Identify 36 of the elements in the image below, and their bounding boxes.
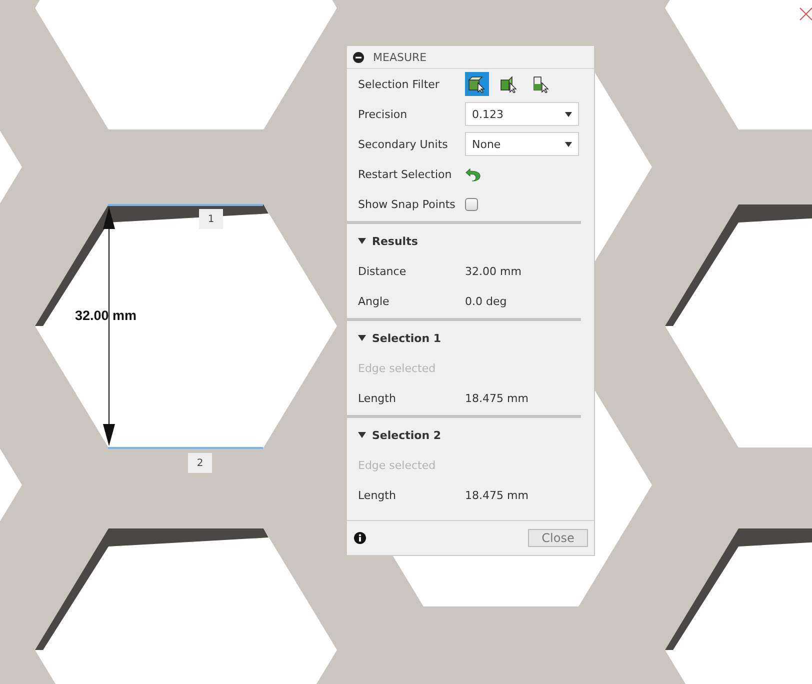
- result-label: Distance: [358, 264, 408, 278]
- field-label: Precision: [358, 108, 408, 120]
- caret-icon: [565, 112, 572, 116]
- result-value: 18.475 mm: [465, 392, 528, 404]
- edge-tag: 1: [199, 209, 223, 229]
- result-label: Length: [358, 392, 397, 404]
- precision-dropdown[interactable]: 0.123: [465, 102, 579, 126]
- collapse-icon[interactable]: [353, 52, 364, 62]
- dimension-label: 32.00 mm: [75, 308, 137, 323]
- units-dropdown[interactable]: None: [465, 132, 579, 156]
- filter-button[interactable]: [465, 72, 489, 96]
- field-label: Secondary Units: [358, 138, 449, 150]
- section-header[interactable]: Results: [347, 226, 581, 256]
- result-value: 32.00 mm: [465, 264, 522, 278]
- caret-icon: [565, 142, 572, 146]
- field-label: Restart Selection: [358, 168, 453, 180]
- triangle-icon: [358, 237, 366, 245]
- triangle-icon: [358, 334, 366, 342]
- edge-tag: 2: [188, 453, 212, 473]
- triangle-icon: [358, 431, 366, 439]
- result-value: 0.0 deg: [465, 294, 507, 308]
- field-label: Selection Filter: [358, 78, 440, 90]
- section-header[interactable]: Selection 2: [347, 420, 581, 450]
- result-label: Length: [358, 488, 397, 502]
- undo-arrow-icon[interactable]: [465, 166, 481, 182]
- selection-note: Edge selected: [358, 362, 437, 374]
- result-value: 18.475 mm: [465, 488, 528, 502]
- section-header[interactable]: Selection 1: [347, 323, 581, 353]
- close-button[interactable]: Close: [528, 529, 588, 547]
- checkbox[interactable]: [465, 198, 478, 210]
- field-label: Show Snap Points: [358, 198, 456, 210]
- close-icon: [800, 8, 812, 20]
- info-icon[interactable]: [354, 532, 366, 544]
- result-label: Angle: [358, 294, 390, 308]
- dialog-title: MEASURE: [373, 50, 427, 64]
- selection-note: Edge selected: [358, 458, 437, 472]
